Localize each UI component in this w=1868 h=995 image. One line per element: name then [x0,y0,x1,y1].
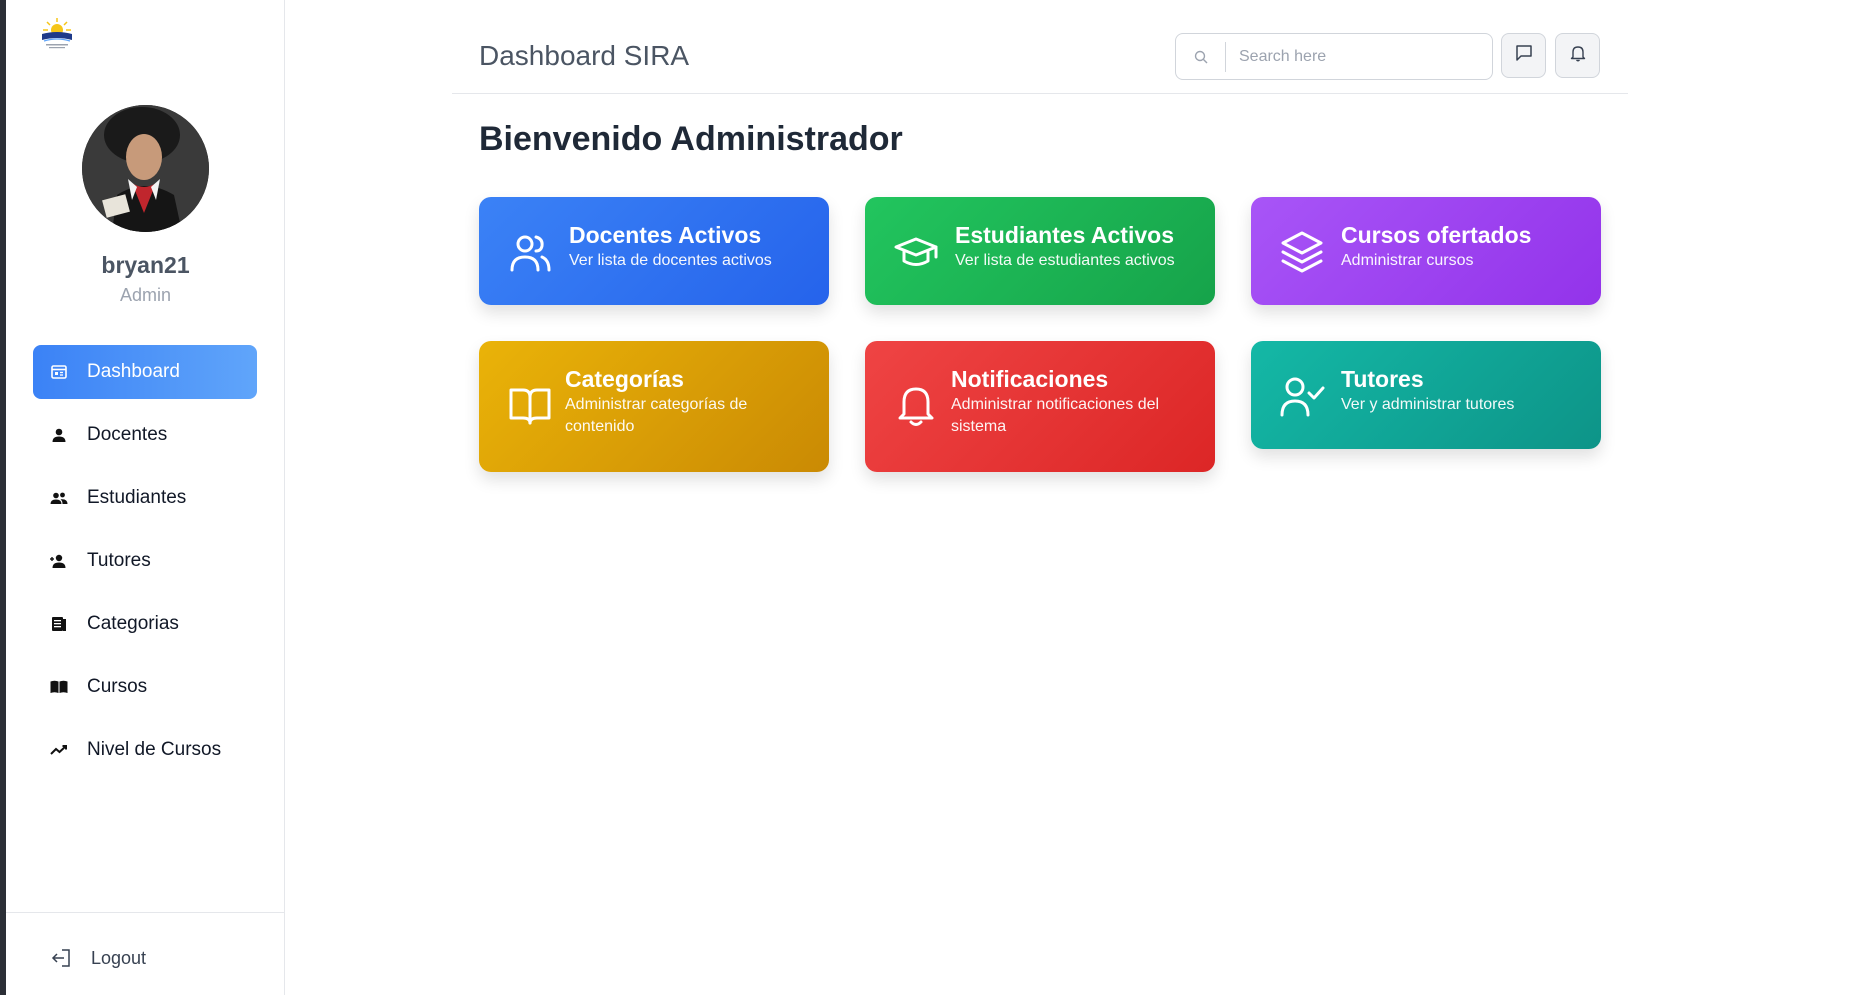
search-box [1175,33,1493,80]
sidebar-item-label: Cursos [87,676,148,697]
logout-button[interactable]: Logout [51,947,146,969]
group-icon [49,488,69,508]
card-tutores[interactable]: Tutores Ver y administrar tutores [1251,341,1601,449]
dashboard-icon [49,362,69,382]
bell-icon [1569,44,1587,67]
card-categorias[interactable]: Categorías Administrar categorías de con… [479,341,829,472]
open-book-icon [505,381,555,431]
person-add-icon [49,551,69,571]
sidebar-item-nivel-de-cursos[interactable]: Nivel de Cursos [33,723,257,777]
card-subtitle: Ver lista de estudiantes activos [955,252,1175,269]
card-title: Estudiantes Activos [955,222,1174,248]
card-subtitle: Administrar cursos [1341,252,1474,269]
sidebar-item-tutores[interactable]: Tutores [33,534,257,588]
card-subtitle: Ver lista de docentes activos [569,252,772,269]
sidebar-item-docentes[interactable]: Docentes [33,408,257,462]
sidebar-item-estudiantes[interactable]: Estudiantes [33,471,257,525]
card-subtitle: Administrar notificaciones del sistema [951,396,1160,435]
book-icon [49,677,69,697]
card-subtitle: Administrar categorías de contenido [565,396,748,435]
card-cursos-ofertados[interactable]: Cursos ofertados Administrar cursos [1251,197,1601,305]
graduation-cap-icon [891,227,941,277]
welcome-heading: Bienvenido Administrador [479,120,903,158]
sidebar-item-label: Tutores [87,550,151,571]
username: bryan21 [101,252,190,278]
sidebar-footer: Logout [6,912,284,995]
sidebar-nav: Dashboard Docentes Estudiantes Tutores C… [33,345,257,786]
message-icon [1515,44,1533,67]
card-notificaciones[interactable]: Notificaciones Administrar notificacione… [865,341,1215,472]
messages-button[interactable] [1501,33,1546,78]
card-estudiantes-activos[interactable]: Estudiantes Activos Ver lista de estudia… [865,197,1215,305]
sidebar-item-label: Estudiantes [87,487,187,508]
card-title: Notificaciones [951,366,1109,392]
logo [36,16,78,52]
page-title: Dashboard SIRA [479,40,690,71]
search-icon [1176,41,1226,72]
sidebar-item-categorias[interactable]: Categorias [33,597,257,651]
card-title: Docentes Activos [569,222,762,248]
avatar [82,105,209,232]
sidebar-item-label: Dashboard [87,361,180,382]
layers-icon [1277,227,1327,277]
bell-icon [891,381,941,431]
users-icon [505,227,555,277]
card-subtitle: Ver y administrar tutores [1341,396,1515,413]
sidebar-item-cursos[interactable]: Cursos [33,660,257,714]
sidebar-item-label: Categorias [87,613,179,634]
logout-label: Logout [91,947,147,968]
card-title: Cursos ofertados [1341,222,1532,248]
sidebar-item-label: Docentes [87,424,168,445]
logout-icon [51,947,73,969]
card-docentes-activos[interactable]: Docentes Activos Ver lista de docentes a… [479,197,829,305]
trending-icon [49,740,69,760]
sidebar-item-label: Nivel de Cursos [87,739,222,760]
user-role: Admin [119,285,172,305]
user-check-icon [1277,371,1327,421]
sidebar: bryan21 Admin Dashboard Docentes Estudia… [6,0,285,995]
notifications-button[interactable] [1555,33,1600,78]
card-title: Categorías [565,366,684,392]
search-input[interactable] [1226,47,1476,66]
sidebar-item-dashboard[interactable]: Dashboard [33,345,257,399]
person-icon [49,425,69,445]
header: Dashboard SIRA [452,20,1628,94]
article-icon [49,614,69,634]
card-title: Tutores [1341,366,1424,392]
app: bryan21 Admin Dashboard Docentes Estudia… [0,0,1868,995]
